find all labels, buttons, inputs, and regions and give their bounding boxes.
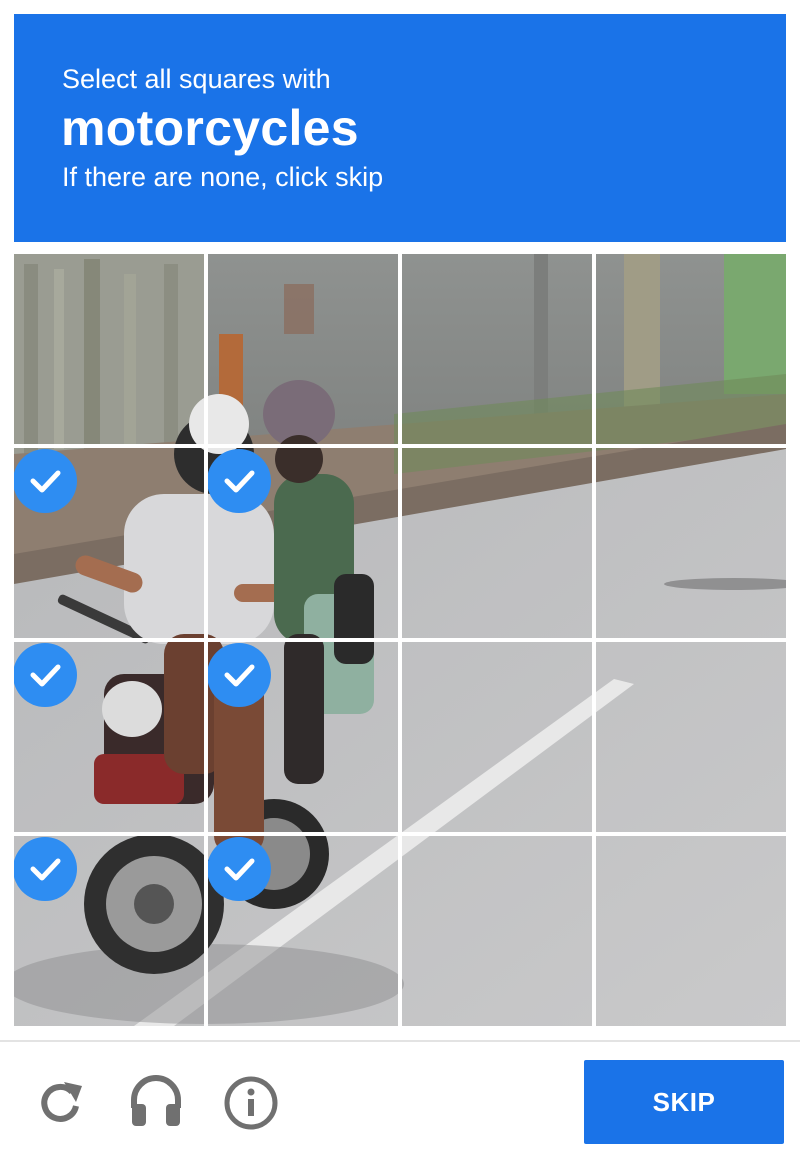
grid-tile-r2-c4[interactable] [594, 446, 786, 640]
target-keyword: motorcycles [61, 100, 359, 156]
help-button[interactable] [222, 1072, 278, 1132]
grid-tile-r4-c4[interactable] [594, 834, 786, 1026]
grid-tile-r2-c1[interactable] [14, 446, 206, 640]
checkmark-icon [30, 664, 61, 687]
footer-divider [0, 1040, 800, 1042]
grid-tile-r4-c3[interactable] [400, 834, 594, 1026]
checkmark-badge [207, 837, 271, 901]
grid-tile-r1-c2[interactable] [206, 254, 400, 446]
grid-tile-r1-c3[interactable] [400, 254, 594, 446]
grid-tile-r3-c2[interactable] [206, 640, 400, 834]
headphones-icon [131, 1075, 181, 1126]
grid-tile-r3-c1[interactable] [14, 640, 206, 834]
checkmark-badge [14, 449, 77, 513]
reload-icon [41, 1082, 82, 1122]
grid-tile-r1-c1[interactable] [14, 254, 206, 446]
captcha-challenge: Select all squares with motorcycles If t… [0, 0, 800, 1160]
checkmark-icon [30, 470, 61, 493]
grid-tile-r4-c2[interactable] [206, 834, 400, 1026]
challenge-header: Select all squares with motorcycles If t… [14, 14, 786, 242]
reload-button[interactable] [32, 1072, 88, 1132]
instruction-text: Select all squares with [62, 64, 331, 94]
checkmark-icon [224, 858, 255, 881]
checkmark-icon [224, 470, 255, 493]
checkmark-badge [14, 837, 77, 901]
grid-tile-r2-c3[interactable] [400, 446, 594, 640]
info-icon [224, 1076, 278, 1130]
checkmark-badge [207, 643, 271, 707]
grid-tile-r2-c2[interactable] [206, 446, 400, 640]
checkmark-badge [14, 643, 77, 707]
tile-grid [14, 254, 786, 1026]
grid-tile-r1-c4[interactable] [594, 254, 786, 446]
skip-hint-text: If there are none, click skip [62, 162, 384, 192]
grid-tile-r4-c1[interactable] [14, 834, 206, 1026]
audio-challenge-button[interactable] [128, 1072, 184, 1132]
checkmark-icon [224, 664, 255, 687]
grid-tile-r3-c4[interactable] [594, 640, 786, 834]
checkmark-badge [207, 449, 271, 513]
skip-button[interactable]: SKIP [584, 1060, 784, 1144]
checkmark-icon [30, 858, 61, 881]
image-grid [14, 254, 786, 1026]
grid-tile-r3-c3[interactable] [400, 640, 594, 834]
